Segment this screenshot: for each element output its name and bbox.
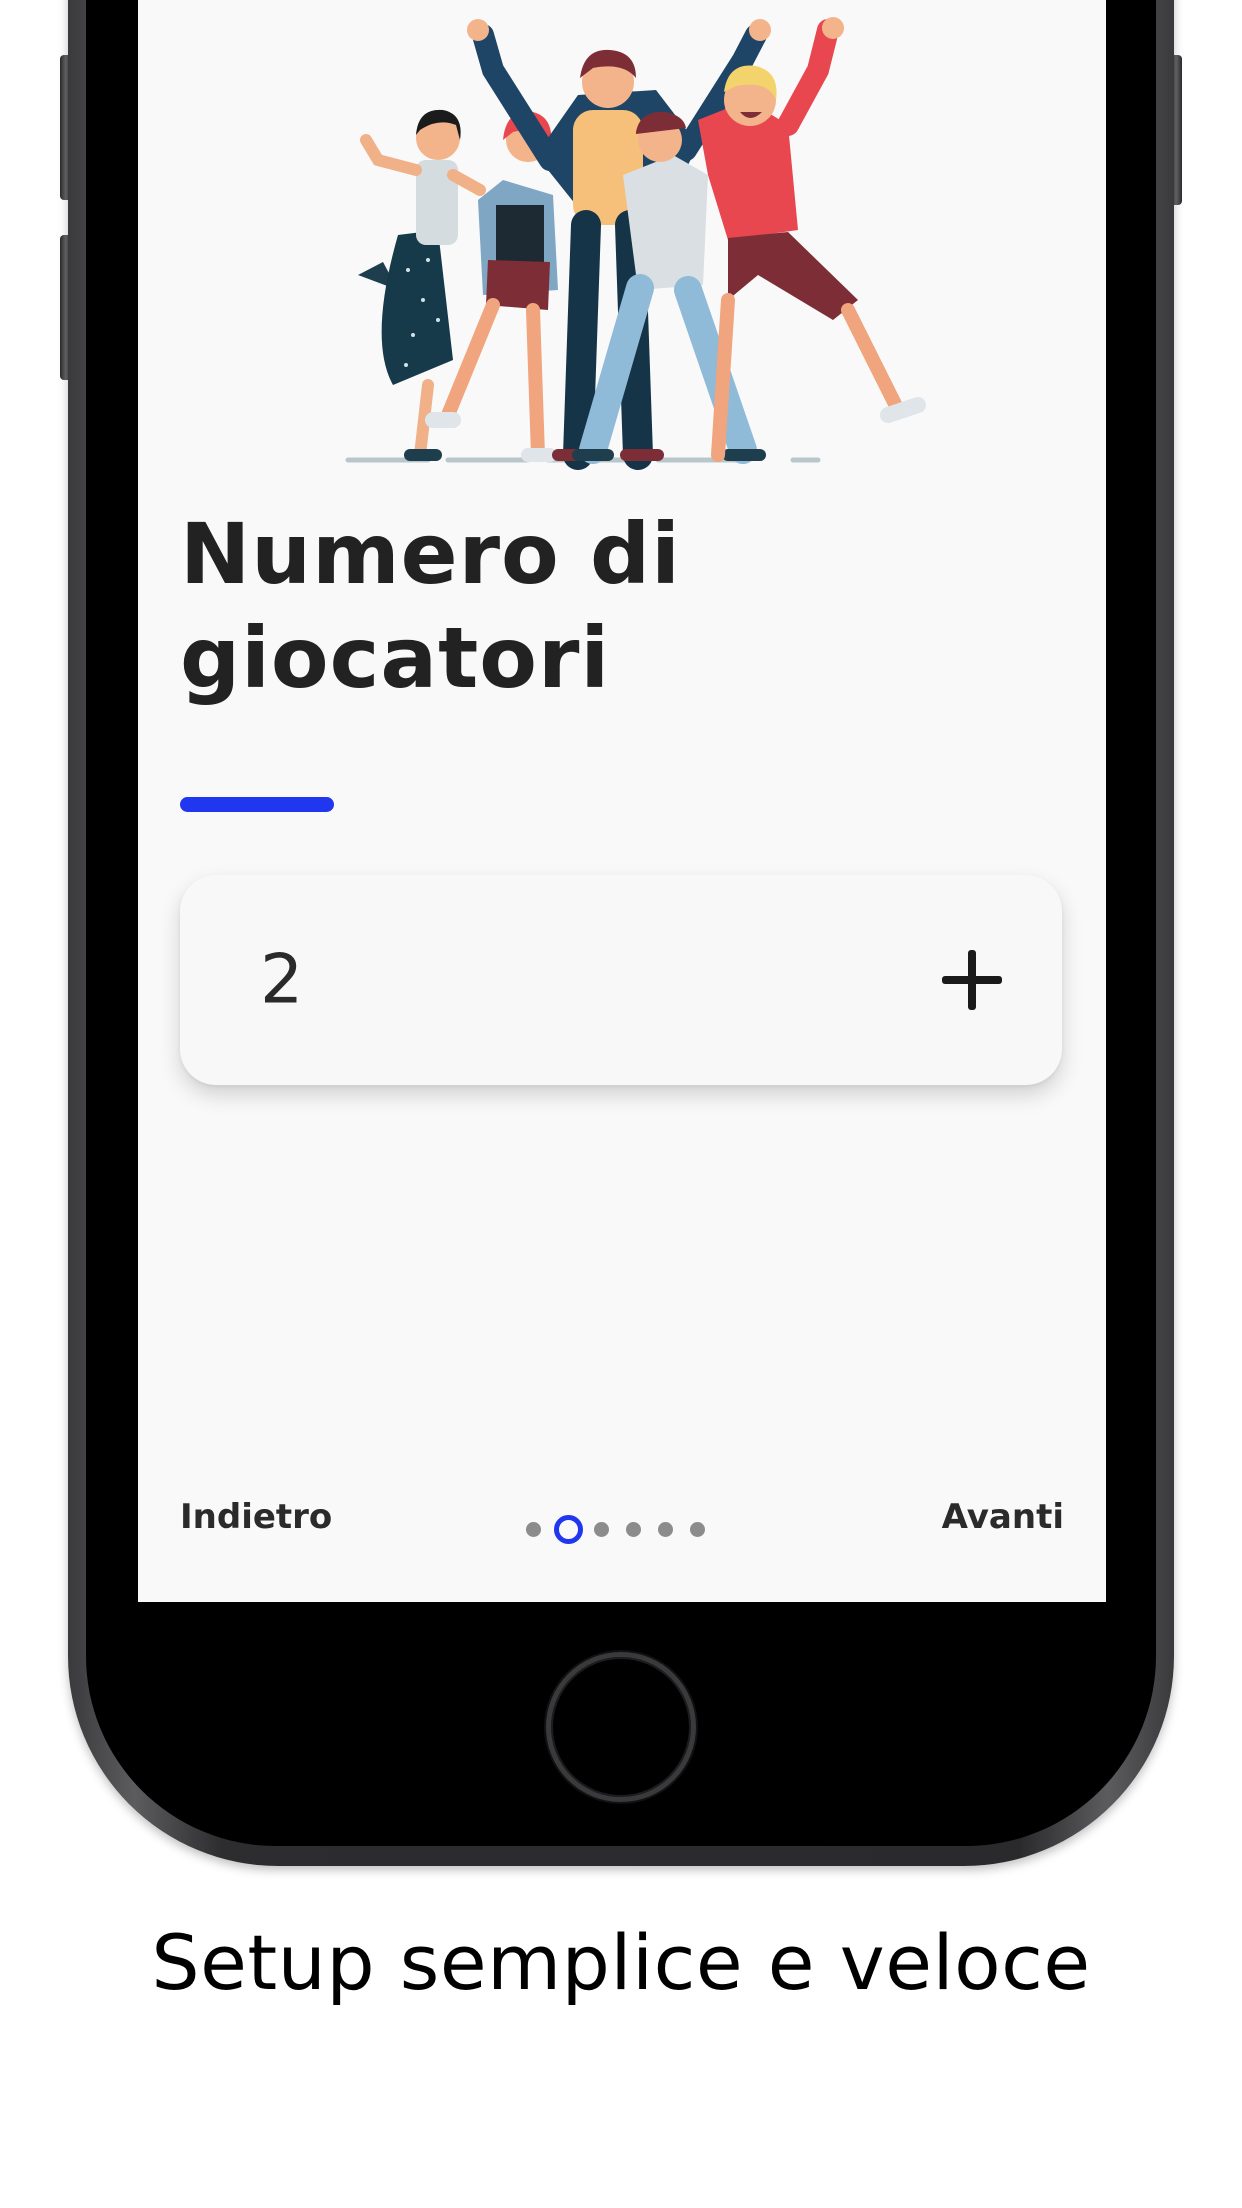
- plus-icon[interactable]: [932, 940, 1012, 1020]
- app-screen: Numero di giocatori 2 Indietro Avanti: [138, 0, 1106, 1602]
- title-underline: [180, 797, 334, 812]
- page-title-line2: giocatori: [180, 609, 611, 707]
- page-indicator: [526, 1514, 726, 1544]
- friends-group-illustration: [345, 17, 926, 470]
- app-store-screenshot: Numero di giocatori 2 Indietro Avanti Se…: [0, 0, 1242, 2208]
- back-button[interactable]: Indietro: [180, 1497, 332, 1537]
- page-dot-4: [626, 1522, 641, 1537]
- page-dot-6: [690, 1522, 705, 1537]
- page-title: Numero di giocatori: [180, 502, 980, 710]
- page-title-line1: Numero di: [180, 505, 681, 603]
- page-dot-5: [658, 1522, 673, 1537]
- player-count-value: 2: [260, 940, 304, 1020]
- page-dot-3: [594, 1522, 609, 1537]
- marketing-caption: Setup semplice e veloce: [151, 1918, 1091, 2007]
- page-dot-1: [526, 1522, 541, 1537]
- home-button[interactable]: [546, 1652, 696, 1802]
- next-button[interactable]: Avanti: [942, 1497, 1064, 1537]
- page-dot-2-active: [554, 1515, 583, 1544]
- player-count-stepper: 2: [180, 875, 1062, 1085]
